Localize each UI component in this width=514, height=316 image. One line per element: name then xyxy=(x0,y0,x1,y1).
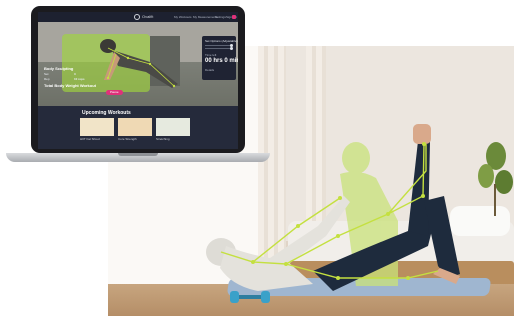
app-screen: Ovalfit My Workouts My Measurements Sett… xyxy=(38,12,238,149)
workout-thumbnail xyxy=(156,118,190,136)
laptop-mockup: Ovalfit My Workouts My Measurements Sett… xyxy=(0,0,276,170)
pause-button[interactable]: Pause xyxy=(106,90,123,95)
time-left-label: Time left xyxy=(205,53,217,57)
panel-details-link[interactable]: Details xyxy=(205,68,236,72)
panel-title: Set Options (Adjustable) xyxy=(205,39,238,43)
workout-stats: Body Sculpting Set 3 Rep 10 reps Total Bod… xyxy=(44,66,96,88)
workout-thumbnail xyxy=(80,118,114,136)
app-logo-icon[interactable] xyxy=(134,14,140,20)
app-logo-text[interactable]: Ovalfit xyxy=(142,14,153,19)
option-slider[interactable] xyxy=(205,44,233,47)
stat-value: 10 reps xyxy=(74,77,85,81)
stats-total: Total Body Weight Workout xyxy=(44,83,96,88)
slider-handle[interactable] xyxy=(230,47,233,50)
stat-value: 3 xyxy=(74,72,76,76)
nav-settings[interactable]: Settings xyxy=(215,15,226,19)
laptop-notch xyxy=(118,153,158,156)
stat-row: Rep 10 reps xyxy=(44,77,96,81)
app-topbar: Ovalfit My Workouts My Measurements Sett… xyxy=(38,12,238,22)
workout-caption: Stretching xyxy=(156,137,170,141)
set-options-panel: Set Options (Adjustable) Time left 00 hr… xyxy=(202,36,238,80)
workout-card[interactable]: Core Strength xyxy=(118,118,152,142)
workout-card[interactable]: Stretching xyxy=(156,118,190,142)
nav-my-measurements[interactable]: My Measurements xyxy=(193,15,218,19)
profile-icon[interactable] xyxy=(232,15,236,19)
workout-caption: Core Strength xyxy=(118,137,137,141)
time-left-value: 00 hrs 0 mins xyxy=(205,58,238,64)
workout-thumbnail xyxy=(118,118,152,136)
stats-title: Body Sculpting xyxy=(44,66,74,71)
option-slider[interactable] xyxy=(205,47,233,50)
workout-card[interactable]: HIIT Fat Shred xyxy=(80,118,114,142)
upcoming-title: Upcoming Workouts xyxy=(82,110,131,116)
workout-video[interactable]: Body Sculpting Set 3 Rep 10 reps Total Bod… xyxy=(38,22,238,106)
workout-caption: HIIT Fat Shred xyxy=(80,137,100,141)
nav-my-workouts[interactable]: My Workouts xyxy=(174,15,191,19)
stat-label: Rep xyxy=(44,77,50,81)
stat-label: Set xyxy=(44,72,49,76)
stat-row: Set 3 xyxy=(44,72,96,76)
